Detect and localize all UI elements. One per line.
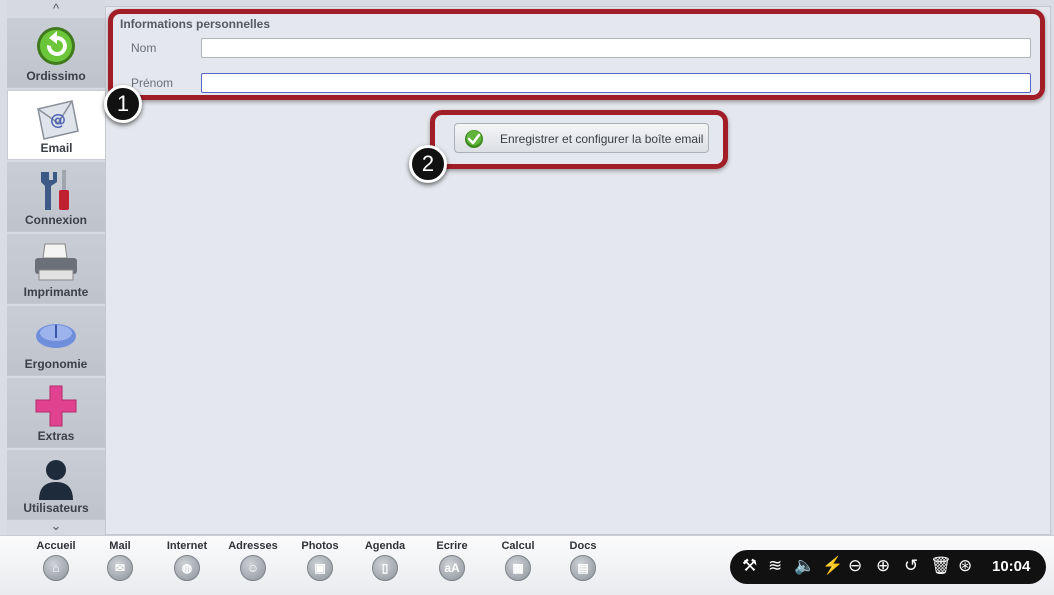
dock-internet[interactable]: Internet ◍ xyxy=(157,540,217,581)
calculator-icon: ▦ xyxy=(505,555,531,581)
plus-icon xyxy=(35,385,77,427)
dock-ecrire[interactable]: Ecrire aA xyxy=(422,540,482,581)
mouse-icon xyxy=(36,324,76,348)
sidebar-item-label: Imprimante xyxy=(23,285,89,299)
dock-label: Mail xyxy=(109,540,131,552)
zoom-out-icon[interactable]: ⊖ xyxy=(848,556,862,576)
camera-icon: ▣ xyxy=(307,555,333,581)
dock-label: Accueil xyxy=(36,540,76,552)
sidebar-scroll-up-button[interactable]: ^ xyxy=(7,0,105,18)
sidebar-item-ordissimo[interactable]: Ordissimo xyxy=(7,18,105,88)
text-editor-icon: aA xyxy=(439,555,465,581)
back-icon[interactable]: ↺ xyxy=(904,556,918,576)
dock-photos[interactable]: Photos ▣ xyxy=(290,540,350,581)
dock-accueil[interactable]: Accueil ⌂ xyxy=(26,540,86,581)
dock-docs[interactable]: Docs ▤ xyxy=(553,540,613,581)
sidebar-item-label: Ergonomie xyxy=(24,357,88,371)
globe-icon: ◍ xyxy=(174,555,200,581)
dock-label: Calcul xyxy=(501,540,535,552)
dock-agenda[interactable]: Agenda ▯ xyxy=(355,540,415,581)
help-lifebuoy-icon[interactable]: ⊛ xyxy=(958,556,972,576)
sidebar-item-label: Connexion xyxy=(25,213,87,227)
taskbar: Accueil ⌂ Mail ✉ Internet ◍ Adresses ☺ P… xyxy=(0,535,1054,595)
calendar-icon: ▯ xyxy=(372,555,398,581)
clock: 10:04 xyxy=(992,558,1031,575)
sidebar-item-label: Email xyxy=(40,141,73,155)
dock-label: Internet xyxy=(166,540,208,552)
nom-label: Nom xyxy=(131,41,157,55)
screen: ^ Ordissimo @ Email Connexion Imprimante… xyxy=(0,0,1054,595)
sidebar-item-utilisateurs[interactable]: Utilisateurs xyxy=(7,450,105,520)
dock-adresses[interactable]: Adresses ☺ xyxy=(223,540,283,581)
wifi-icon[interactable]: ≋ xyxy=(768,556,782,576)
save-button-label: Enregistrer et configurer la boîte email xyxy=(500,132,704,146)
contacts-icon: ☺ xyxy=(240,555,266,581)
battery-icon[interactable]: ⚡ xyxy=(822,556,843,576)
sidebar-item-extras[interactable]: Extras xyxy=(7,378,105,448)
checkmark-icon xyxy=(465,130,483,148)
settings-sidebar: ^ Ordissimo @ Email Connexion Imprimante… xyxy=(7,0,105,535)
trash-icon[interactable]: 🗑 xyxy=(930,556,952,576)
tools-icon xyxy=(41,170,69,210)
sidebar-scroll-down-button[interactable]: ⌄ xyxy=(7,517,105,535)
sidebar-item-imprimante[interactable]: Imprimante xyxy=(7,234,105,304)
section-title: Informations personnelles xyxy=(120,17,271,31)
sidebar-item-label: Ordissimo xyxy=(26,69,86,83)
dock-label: Docs xyxy=(569,540,597,552)
nom-input[interactable] xyxy=(201,38,1031,58)
volume-icon[interactable]: 🔈 xyxy=(794,556,815,576)
dock-label: Agenda xyxy=(364,540,406,552)
tools-icon[interactable]: ⚒ xyxy=(742,556,757,576)
printer-icon xyxy=(35,243,77,281)
callout-badge-2: 2 xyxy=(409,145,447,183)
email-settings-panel: Informations personnelles Nom Prénom Enr… xyxy=(105,6,1051,535)
svg-text:@: @ xyxy=(50,110,66,129)
callout-badge-1: 1 xyxy=(104,85,142,123)
sidebar-item-email[interactable]: @ Email xyxy=(7,90,105,160)
system-tray: ⚒ ≋ 🔈 ⚡ ⊖ ⊕ ↺ 🗑 ⊛ 10:04 xyxy=(730,550,1046,584)
documents-icon: ▤ xyxy=(570,555,596,581)
dock-mail[interactable]: Mail ✉ xyxy=(90,540,150,581)
sidebar-item-label: Extras xyxy=(37,429,75,443)
save-and-configure-email-button[interactable]: Enregistrer et configurer la boîte email xyxy=(454,123,709,153)
sidebar-item-connexion[interactable]: Connexion xyxy=(7,162,105,232)
email-envelope-icon: @ xyxy=(37,100,79,140)
dock-label: Photos xyxy=(301,540,339,552)
zoom-in-icon[interactable]: ⊕ xyxy=(876,556,890,576)
home-icon: ⌂ xyxy=(43,555,69,581)
user-icon xyxy=(39,460,73,500)
sidebar-item-label: Utilisateurs xyxy=(23,501,89,515)
dock-label: Ecrire xyxy=(436,540,468,552)
prenom-input[interactable] xyxy=(201,73,1031,93)
mail-icon: ✉ xyxy=(107,555,133,581)
sidebar-item-ergonomie[interactable]: Ergonomie xyxy=(7,306,105,376)
prenom-label: Prénom xyxy=(131,76,174,90)
dock-label: Adresses xyxy=(228,540,278,552)
dock-calcul[interactable]: Calcul ▦ xyxy=(488,540,548,581)
back-arrow-icon xyxy=(37,27,75,65)
